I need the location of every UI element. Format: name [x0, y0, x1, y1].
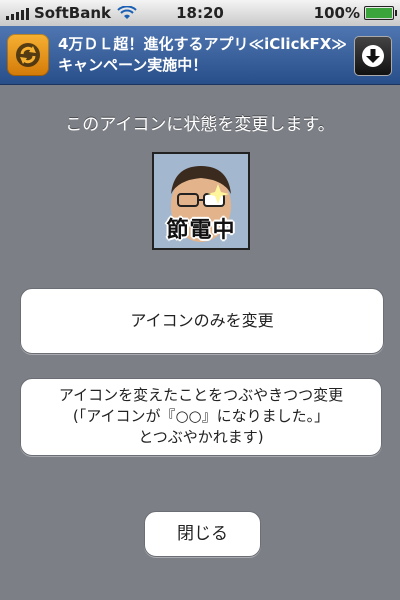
- ad-banner[interactable]: 4万ＤＬ超！進化するアプリ≪iClickFX≫キャンペーン実施中！: [0, 26, 400, 85]
- download-arrow-icon[interactable]: [354, 36, 392, 76]
- status-right: 100%: [313, 4, 397, 22]
- change-and-tweet-label-line1: アイコンを変えたことをつぶやきつつ変更: [58, 386, 344, 404]
- banner-text[interactable]: 4万ＤＬ超！進化するアプリ≪iClickFX≫キャンペーン実施中！: [58, 34, 348, 76]
- preview-icon-label: 節電中: [166, 218, 236, 243]
- status-preview-icon: 節電中: [152, 152, 250, 250]
- change-and-tweet-label-line2: (「アイコンが『○○』になりました。」: [72, 407, 330, 425]
- change-icon-only-button[interactable]: アイコンのみを変更: [20, 288, 384, 354]
- refresh-arrows-icon[interactable]: [7, 34, 49, 76]
- status-bar: SoftBank 18:20 100%: [0, 0, 400, 27]
- battery-icon: [364, 6, 397, 20]
- change-and-tweet-button[interactable]: アイコンを変えたことをつぶやきつつ変更 (「アイコンが『○○』になりました。」 …: [20, 378, 382, 456]
- change-and-tweet-label-line3: とつぶやかれます): [138, 428, 264, 446]
- instruction-text: このアイコンに状態を変更します。: [65, 115, 335, 135]
- battery-percent: 100%: [313, 4, 360, 22]
- close-button[interactable]: 閉じる: [144, 511, 261, 557]
